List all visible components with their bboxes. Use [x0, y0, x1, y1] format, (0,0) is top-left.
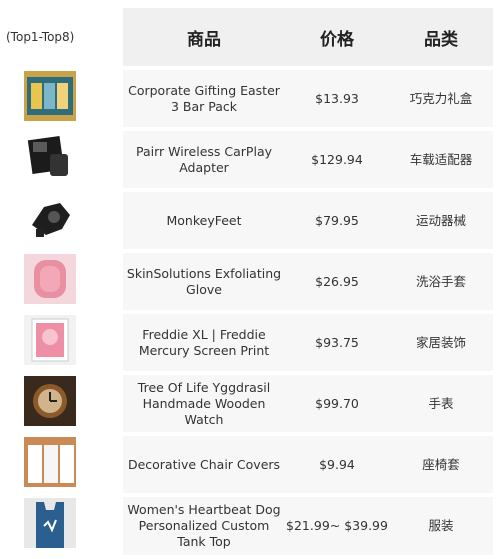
product-category: 巧克力礼盒	[409, 90, 473, 106]
product-name: SkinSolutions Exfoliating Glove	[126, 265, 282, 297]
product-category: 运动器械	[415, 212, 466, 228]
header-product: 商品	[187, 29, 221, 50]
product-category: 家居装饰	[415, 334, 466, 350]
product-category: 手表	[428, 395, 454, 411]
table-row: Corporate Gifting Easter 3 Bar Pack $13.…	[123, 70, 493, 127]
product-name: Freddie XL | Freddie Mercury Screen Prin…	[138, 326, 270, 358]
carplay-adapter-image	[24, 132, 76, 182]
tank-top-image	[24, 498, 76, 548]
product-table: 商品 价格 品类 Corporate Gifting Easter 3 Bar …	[123, 8, 493, 559]
product-price: $21.99~ $39.99	[286, 518, 388, 533]
header-price: 价格	[320, 29, 354, 50]
product-price: $99.70	[315, 395, 359, 411]
product-price: $13.93	[315, 90, 359, 106]
wooden-watch-image	[24, 376, 76, 426]
product-price: $26.95	[315, 273, 359, 289]
product-name: Corporate Gifting Easter 3 Bar Pack	[128, 82, 280, 114]
product-category: 服装	[428, 518, 454, 533]
table-row: Women's Heartbeat Dog Personalized Custo…	[123, 497, 493, 555]
product-category: 车载适配器	[409, 151, 473, 167]
product-name: Pairr Wireless CarPlay Adapter	[135, 143, 272, 175]
product-name: Tree Of Life Yggdrasil Handmade Wooden W…	[137, 379, 271, 427]
exfoliating-glove-image	[24, 254, 76, 304]
product-price: $79.95	[315, 212, 359, 228]
chair-covers-image	[24, 437, 76, 487]
product-price: $93.75	[315, 334, 359, 350]
table-row: SkinSolutions Exfoliating Glove $26.95 洗…	[123, 253, 493, 310]
screen-print-image	[24, 315, 76, 365]
product-category: 座椅套	[422, 456, 460, 472]
product-price: $129.94	[311, 151, 363, 167]
chocolate-gift-box-image	[24, 71, 76, 121]
table-row: Freddie XL | Freddie Mercury Screen Prin…	[123, 314, 493, 371]
monkeyfeet-image	[24, 193, 76, 243]
header-category: 品类	[424, 29, 458, 50]
product-thumbnails	[24, 71, 78, 559]
table-row: MonkeyFeet $79.95 运动器械	[123, 192, 493, 249]
product-name: MonkeyFeet	[166, 212, 242, 228]
top-range-label: (Top1-Top8)	[6, 30, 75, 44]
product-name: Women's Heartbeat Dog Personalized Custo…	[127, 502, 281, 549]
product-category: 洗浴手套	[415, 273, 466, 289]
product-name: Decorative Chair Covers	[127, 456, 281, 472]
product-price: $9.94	[319, 456, 355, 472]
table-row: Decorative Chair Covers $9.94 座椅套	[123, 436, 493, 493]
table-row: Pairr Wireless CarPlay Adapter $129.94 车…	[123, 131, 493, 188]
table-row: Tree Of Life Yggdrasil Handmade Wooden W…	[123, 375, 493, 432]
table-header: 商品 价格 品类	[123, 8, 493, 66]
